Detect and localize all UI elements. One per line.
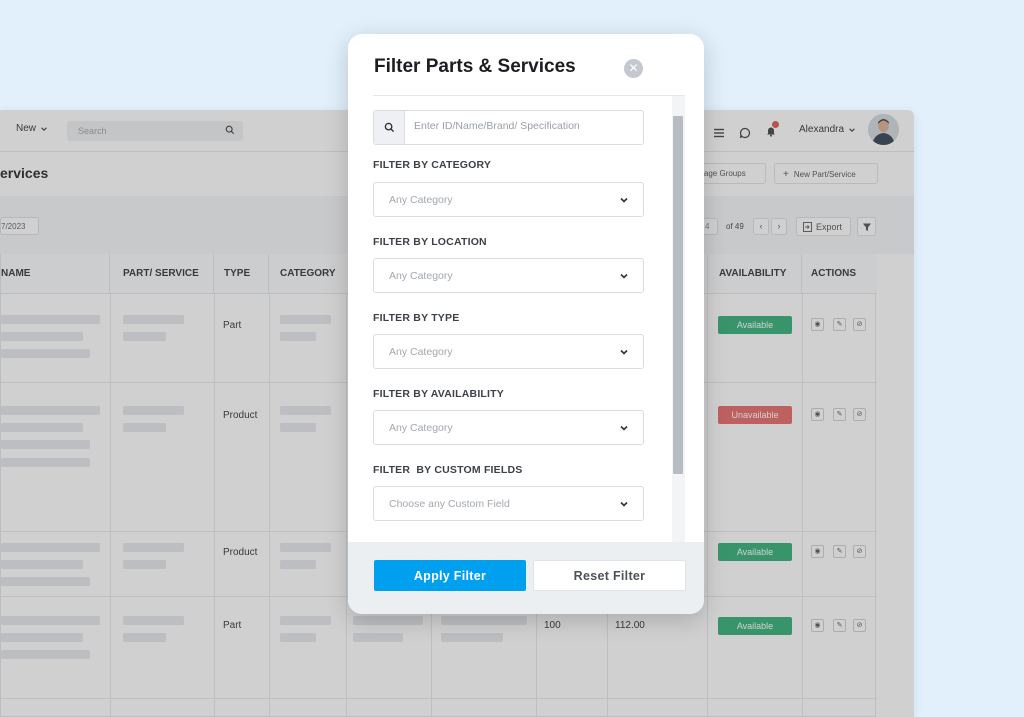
filter-search-field[interactable] (373, 110, 644, 145)
filter-label-custom-fields: FILTER BY CUSTOM FIELDS (373, 464, 523, 476)
reset-filter-button[interactable]: Reset Filter (533, 560, 686, 591)
chevron-down-icon (620, 501, 628, 507)
filter-label-type: FILTER BY TYPE (373, 312, 460, 324)
filter-label-category: FILTER BY CATEGORY (373, 159, 492, 171)
scrollbar-thumb[interactable] (673, 116, 683, 474)
search-icon (374, 111, 405, 144)
modal-footer: Apply Filter Reset Filter (348, 542, 704, 614)
type-select-placeholder: Any Category (389, 346, 453, 358)
chevron-down-icon (620, 273, 628, 279)
availability-select[interactable]: Any Category (373, 410, 644, 445)
location-select[interactable]: Any Category (373, 258, 644, 293)
filter-modal: Filter Parts & Services ✕ FILTER BY CATE… (348, 34, 704, 614)
category-select-placeholder: Any Category (389, 194, 453, 206)
custom-field-select-placeholder: Choose any Custom Field (389, 498, 510, 510)
filter-label-location: FILTER BY LOCATION (373, 236, 487, 248)
custom-field-select[interactable]: Choose any Custom Field (373, 486, 644, 521)
availability-select-placeholder: Any Category (389, 422, 453, 434)
chevron-down-icon (620, 197, 628, 203)
modal-title: Filter Parts & Services (374, 56, 576, 77)
divider (373, 95, 685, 96)
filter-search-input[interactable] (414, 120, 634, 132)
filter-label-availability: FILTER BY AVAILABILITY (373, 388, 504, 400)
chevron-down-icon (620, 425, 628, 431)
chevron-down-icon (620, 349, 628, 355)
location-select-placeholder: Any Category (389, 270, 453, 282)
close-icon[interactable]: ✕ (624, 59, 643, 78)
apply-filter-button[interactable]: Apply Filter (374, 560, 526, 591)
category-select[interactable]: Any Category (373, 182, 644, 217)
type-select[interactable]: Any Category (373, 334, 644, 369)
